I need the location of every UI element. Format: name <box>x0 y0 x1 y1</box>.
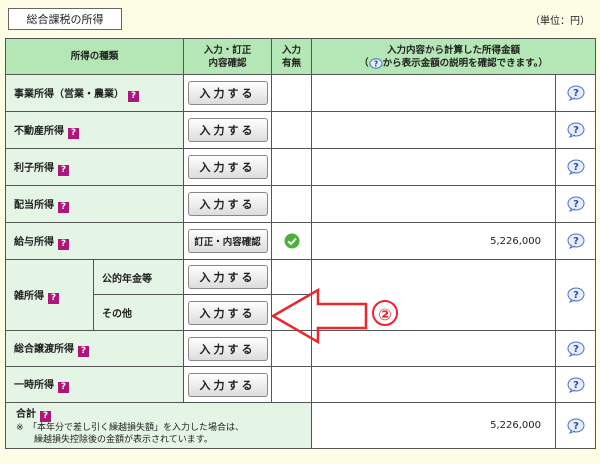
dividend-input-button[interactable]: 入力する <box>187 192 268 216</box>
help-question-icon[interactable]: ? <box>58 238 69 250</box>
help-bubble-icon[interactable]: ? <box>566 159 586 175</box>
row-pension-label: 公的年金等 <box>92 259 185 295</box>
help-bubble-icon[interactable]: ? <box>566 287 586 303</box>
temporary-has-input <box>271 366 313 403</box>
header-amount-line2: から表示金額の説明を確認できます。） <box>382 57 548 69</box>
salary-amount: 5,226,000 <box>311 222 557 260</box>
row-misc-label: 雑所得? <box>5 259 94 331</box>
help-question-icon[interactable]: ? <box>58 382 69 393</box>
transfer-input-button[interactable]: 入力する <box>187 336 268 361</box>
help-question-icon[interactable]: ? <box>78 346 89 357</box>
header-has-line1: 入力 <box>282 44 302 56</box>
transfer-has-input <box>271 330 313 367</box>
pension-input-button[interactable]: 入力する <box>187 265 268 289</box>
header-entry: 入力・訂正 内容確認 <box>183 38 273 75</box>
row-label-text: 配当所得 <box>14 199 54 211</box>
row-other-label: その他 <box>92 294 185 331</box>
row-label-text: 不動産所得 <box>14 125 64 137</box>
help-bubble-icon[interactable]: ? <box>566 377 586 393</box>
help-question-icon[interactable]: ? <box>58 201 69 213</box>
row-business-label: 事業所得（営業・農業）? <box>4 74 185 112</box>
svg-text:?: ? <box>573 236 579 247</box>
pension-has-input <box>271 259 313 295</box>
row-label-text: 雑所得 <box>14 290 44 302</box>
svg-text:?: ? <box>373 59 378 68</box>
help-bubble-icon[interactable]: ? <box>566 418 586 434</box>
help-question-icon[interactable]: ? <box>48 292 59 304</box>
salary-edit-button[interactable]: 訂正・内容確認 <box>187 229 268 253</box>
svg-text:?: ? <box>573 344 579 355</box>
row-total-label: 合計? ※ 「本年分で差し引く繰越損失額」を入力した場合は、 繰越損失控除後の金… <box>4 402 313 449</box>
dividend-amount <box>311 185 557 223</box>
other-has-input <box>271 294 313 331</box>
realestate-has-input <box>271 111 313 149</box>
help-bubble-icon: ? <box>369 57 383 69</box>
help-bubble-icon[interactable]: ? <box>566 341 586 357</box>
interest-has-input <box>271 148 313 186</box>
svg-text:?: ? <box>573 290 579 301</box>
realestate-input-button[interactable]: 入力する <box>187 118 268 142</box>
business-input-button[interactable]: 入力する <box>187 81 268 105</box>
help-question-icon[interactable]: ? <box>68 127 79 139</box>
svg-text:?: ? <box>573 162 579 173</box>
row-label-text: 給与所得 <box>14 236 54 248</box>
business-amount <box>311 74 557 112</box>
check-circle-icon <box>284 233 300 249</box>
row-label-text: 利子所得 <box>14 162 54 174</box>
realestate-amount <box>311 111 557 149</box>
row-temporary-label: 一時所得? <box>4 366 185 403</box>
row-label-text: 一時所得 <box>14 380 54 391</box>
row-dividend-label: 配当所得? <box>4 185 185 223</box>
other-input-button[interactable]: 入力する <box>187 300 268 325</box>
income-table: 所得の種類 入力・訂正 内容確認 入力 有無 入力内容から計算した所得金額 （?… <box>4 38 597 449</box>
row-transfer-label: 総合譲渡所得? <box>4 330 185 367</box>
temporary-input-button[interactable]: 入力する <box>187 372 268 397</box>
total-amount: 5,226,000 <box>311 402 557 449</box>
help-bubble-icon[interactable]: ? <box>566 122 586 138</box>
header-income-type: 所得の種類 <box>4 38 185 75</box>
header-entry-line2: 内容確認 <box>208 57 247 69</box>
misc-amount <box>311 259 557 331</box>
transfer-amount <box>311 330 557 367</box>
row-interest-label: 利子所得? <box>4 148 185 186</box>
total-label-text: 合計 <box>16 409 36 420</box>
section-tab: 総合課税の所得 <box>8 8 122 30</box>
row-realestate-label: 不動産所得? <box>4 111 185 149</box>
interest-amount <box>311 148 557 186</box>
help-question-icon[interactable]: ? <box>128 90 139 102</box>
temporary-amount <box>311 366 557 403</box>
help-question-icon[interactable]: ? <box>40 411 51 422</box>
total-note-line1: ※ 「本年分で差し引く繰越損失額」を入力した場合は、 <box>16 423 245 433</box>
header-has-input: 入力 有無 <box>271 38 313 75</box>
header-amount: 入力内容から計算した所得金額 （? から表示金額の説明を確認できます。） <box>311 38 597 75</box>
row-salary-label: 給与所得? <box>4 222 185 260</box>
unit-label: （単位：円） <box>530 16 590 27</box>
svg-text:?: ? <box>573 421 579 432</box>
svg-text:?: ? <box>573 88 579 99</box>
row-label-text: 総合譲渡所得 <box>14 344 74 355</box>
interest-input-button[interactable]: 入力する <box>187 155 268 179</box>
row-label-text: 事業所得（営業・農業） <box>14 88 124 100</box>
dividend-has-input <box>271 185 313 223</box>
annotation-number-badge: ② <box>372 300 398 326</box>
svg-text:?: ? <box>573 199 579 210</box>
svg-text:?: ? <box>573 125 579 136</box>
help-question-icon[interactable]: ? <box>58 164 69 176</box>
header-amount-paren: （ <box>359 57 369 69</box>
header-entry-line1: 入力・訂正 <box>203 44 252 56</box>
help-bubble-icon[interactable]: ? <box>566 233 586 249</box>
help-bubble-icon[interactable]: ? <box>566 196 586 212</box>
total-note-line2: 繰越損失控除後の金額が表示されています。 <box>16 435 213 445</box>
business-has-input <box>271 74 313 112</box>
header-amount-line1: 入力内容から計算した所得金額 <box>387 44 521 56</box>
header-has-line2: 有無 <box>282 57 302 69</box>
svg-text:?: ? <box>573 380 579 391</box>
help-bubble-icon[interactable]: ? <box>566 85 586 101</box>
